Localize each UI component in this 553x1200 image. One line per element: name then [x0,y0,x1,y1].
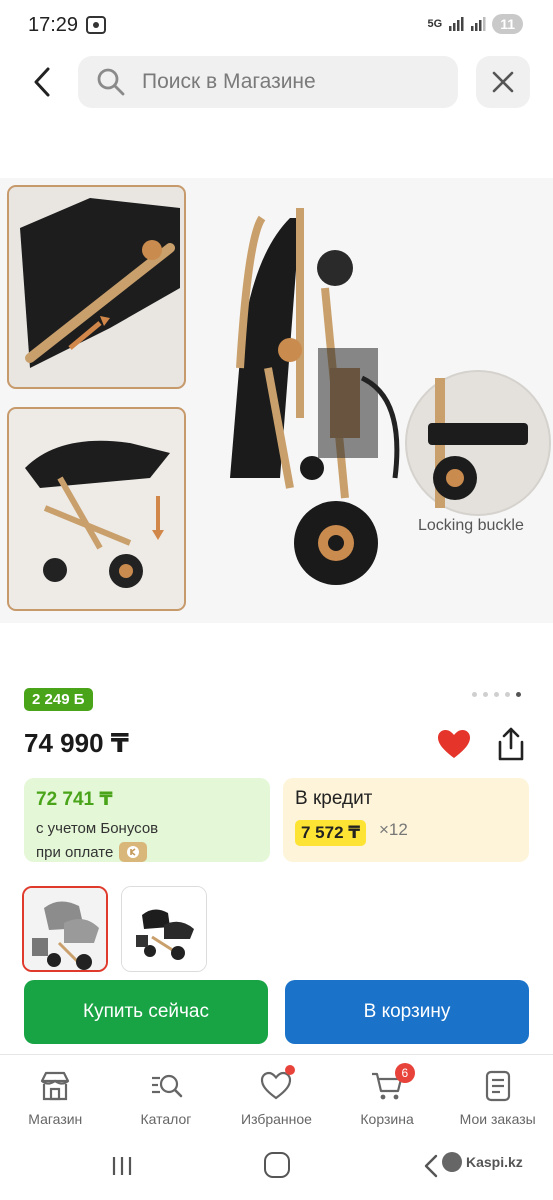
favorite-heart-icon[interactable] [436,728,472,760]
close-icon [492,71,514,93]
credit-monthly-amount: 7 572 ₸ [295,820,367,846]
credit-label: В кредит [295,788,373,809]
back-button[interactable] [24,64,60,100]
close-search-button[interactable] [476,56,530,108]
battery-indicator: 11 [492,14,523,34]
screen-cast-icon [86,16,106,34]
search-header: Поиск в Магазине [0,52,553,116]
black-stroller-thumbnail [122,887,206,971]
favorites-notification-dot [285,1065,296,1075]
grey-stroller-thumbnail [24,888,106,970]
bonus-price-line2: при оплате [36,843,114,861]
nav-label-shop: Магазин [28,1111,83,1127]
kaspi-pay-icon [119,842,148,862]
buy-now-button[interactable]: Купить сейчас [24,980,268,1044]
thumbnail-1[interactable] [22,886,108,972]
thumbnail-2[interactable] [121,886,207,972]
cart-count-badge: 6 [394,1063,415,1083]
bonus-price-line1: с учетом Бонусов [36,820,159,837]
nav-label-catalog: Каталог [140,1111,192,1127]
product-image-gallery[interactable]: Locking buckle [0,178,553,623]
bonus-badge: 2 249 Б [24,688,93,711]
watermark-text: Kaspi.kz [466,1154,523,1170]
search-icon [97,68,125,96]
bottom-navigation: Магазин Каталог Избранное 6 Корзина Мои … [0,1054,553,1140]
nav-item-orders[interactable]: Мои заказы [442,1055,553,1140]
catalog-icon [151,1074,183,1098]
nav-item-cart[interactable]: 6 Корзина [332,1055,443,1140]
bonus-price-line2-wrap: при оплате [36,842,148,862]
kaspi-logo-icon [442,1152,462,1172]
nav-item-catalog[interactable]: Каталог [111,1055,222,1140]
pager-dot [494,692,499,697]
signal-icon [449,17,464,31]
image-pager [472,692,521,697]
nav-label-favorites: Избранное [241,1111,312,1127]
shop-icon [41,1071,70,1101]
nav-item-favorites[interactable]: Избранное [221,1055,332,1140]
credit-months: ×12 [379,820,408,839]
image-caption: Locking buckle [418,517,524,534]
credit-card[interactable]: В кредит 7 572 ₸ ×12 [283,778,529,862]
nav-item-shop[interactable]: Магазин [0,1055,111,1140]
home-button[interactable] [264,1152,290,1178]
kaspi-watermark: Kaspi.kz [442,1152,523,1172]
nav-label-cart: Корзина [360,1111,414,1127]
search-input[interactable]: Поиск в Магазине [78,56,458,108]
network-type: 5G [427,18,443,30]
chevron-left-icon [34,67,50,97]
pager-dot [505,692,510,697]
nav-label-orders: Мои заказы [459,1111,536,1127]
system-navigation: Kaspi.kz [0,1140,553,1200]
status-indicators: 5G 11 [427,14,523,34]
pager-dot [516,692,521,697]
share-icon[interactable] [494,726,528,762]
system-back-icon[interactable] [422,1154,440,1178]
search-placeholder: Поиск в Магазине [142,70,316,93]
bonus-price-amount: 72 741 ₸ [36,789,113,810]
status-time: 17:29 [28,14,79,36]
stroller-photo [7,185,551,611]
pager-dot [472,692,477,697]
add-to-cart-button[interactable]: В корзину [285,980,529,1044]
product-price: 74 990 ₸ [24,728,129,758]
pager-dot [483,692,488,697]
bonus-price-card[interactable]: 72 741 ₸ с учетом Бонусов при оплате [24,778,270,862]
orders-icon [485,1070,510,1102]
recent-apps-icon[interactable] [110,1154,134,1178]
status-bar: 17:29 5G 11 [0,0,553,52]
signal-icon-2 [471,17,486,31]
